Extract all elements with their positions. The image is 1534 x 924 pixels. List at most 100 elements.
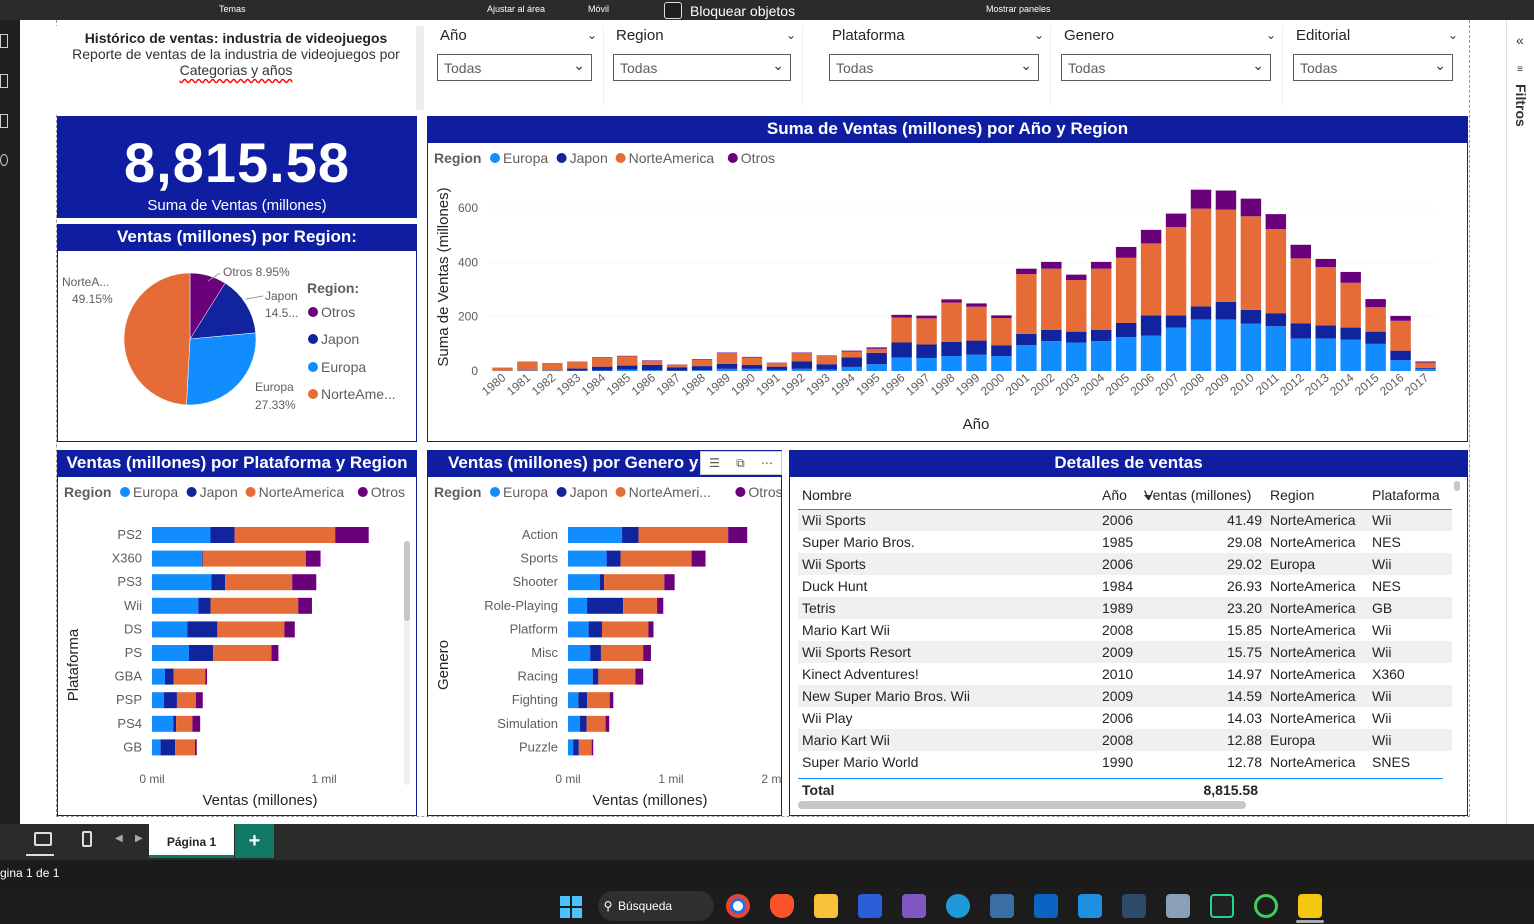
bar-norteamerica-1980[interactable] xyxy=(492,368,513,371)
bar-otros-wii[interactable] xyxy=(298,597,312,614)
bar-norteamerica-misc[interactable] xyxy=(600,645,644,661)
bar-europa-2015[interactable] xyxy=(1365,343,1386,371)
bar-norteamerica-1984[interactable] xyxy=(592,357,613,367)
bar-otros-2003[interactable] xyxy=(1066,274,1087,281)
bar-japon-fighting[interactable] xyxy=(578,692,588,709)
legend-item[interactable]: Japon xyxy=(570,150,608,166)
bar-otros-gb[interactable] xyxy=(195,739,197,756)
bar-norteamerica-2005[interactable] xyxy=(1115,257,1137,323)
bar-europa-1996[interactable] xyxy=(891,357,912,371)
bar-otros-2016[interactable] xyxy=(1390,315,1411,321)
bar-otros-1997[interactable] xyxy=(916,315,937,319)
bar-japon-2006[interactable] xyxy=(1140,315,1162,336)
bar-norteamerica-1995[interactable] xyxy=(866,348,887,353)
bar-norteamerica-puzzle[interactable] xyxy=(578,739,592,756)
bar-europa-ds[interactable] xyxy=(152,621,188,638)
bar-norteamerica-platform[interactable] xyxy=(601,621,649,638)
bar-otros-2002[interactable] xyxy=(1041,261,1062,269)
bar-otros-2009[interactable] xyxy=(1215,190,1237,210)
bar-japon-sports[interactable] xyxy=(606,550,621,567)
bar-europa-racing[interactable] xyxy=(568,668,593,685)
app-ring-icon[interactable] xyxy=(1254,894,1278,918)
bar-norteamerica-1993[interactable] xyxy=(816,356,838,365)
table-row[interactable]: Tetris 1989 23.20 NorteAmerica GB xyxy=(798,597,1452,619)
legend-item[interactable]: Otros xyxy=(741,150,775,166)
col-nombre[interactable]: Nombre xyxy=(798,481,1098,509)
bar-japon-psp[interactable] xyxy=(164,692,177,709)
bar-japon-ps2[interactable] xyxy=(210,527,235,543)
chrome-icon[interactable] xyxy=(726,894,750,918)
bar-otros-2015[interactable] xyxy=(1365,299,1386,308)
bar-norteamerica-ps4[interactable] xyxy=(176,715,193,732)
chevron-down-icon[interactable]: ⌄ xyxy=(1034,28,1044,42)
sort-desc-icon[interactable] xyxy=(1144,495,1152,500)
legend-item[interactable]: Europa xyxy=(503,484,548,500)
bar-japon-ps3[interactable] xyxy=(211,574,226,591)
bar-europa-platform[interactable] xyxy=(568,621,589,638)
pie-slice-europa[interactable] xyxy=(186,332,257,406)
bar-otros-action[interactable] xyxy=(728,527,748,543)
bar-norteamerica-2014[interactable] xyxy=(1340,282,1361,328)
bar-europa-2005[interactable] xyxy=(1115,337,1137,371)
bar-norteamerica-2009[interactable] xyxy=(1215,209,1237,302)
bar-europa-1997[interactable] xyxy=(916,357,937,371)
bar-otros-2005[interactable] xyxy=(1115,246,1137,258)
bar-norteamerica-shooter[interactable] xyxy=(604,574,665,591)
bar-europa-gb[interactable] xyxy=(152,739,161,756)
vertical-scrollbar[interactable] xyxy=(1454,481,1460,491)
chevron-down-icon[interactable]: ⌄ xyxy=(587,28,597,42)
temas-button[interactable]: Temas xyxy=(219,4,246,14)
movil-button[interactable]: Móvil xyxy=(588,4,609,14)
bar-norteamerica-1997[interactable] xyxy=(916,318,937,345)
bar-norteamerica-2000[interactable] xyxy=(991,318,1012,346)
bar-europa-puzzle[interactable] xyxy=(568,739,574,756)
bar-norteamerica-role-playing[interactable] xyxy=(623,597,658,614)
bar-norteamerica-1981[interactable] xyxy=(517,361,538,371)
legend-item[interactable]: NorteAmerica xyxy=(629,150,715,166)
bar-europa-2001[interactable] xyxy=(1016,345,1037,371)
slicer-dropdown[interactable]: Todas ⌄ xyxy=(613,54,791,81)
pie-legend-otros[interactable]: Otros xyxy=(321,304,355,320)
bar-japon-2000[interactable] xyxy=(991,345,1012,357)
bar-japon-2002[interactable] xyxy=(1041,329,1062,342)
file-explorer-icon[interactable] xyxy=(814,894,838,918)
bar-norteamerica-ps2[interactable] xyxy=(234,527,336,543)
bar-europa-2011[interactable] xyxy=(1265,326,1287,371)
bar-japon-action[interactable] xyxy=(622,527,639,543)
bar-norteamerica-2004[interactable] xyxy=(1090,268,1112,330)
bar-europa-2016[interactable] xyxy=(1390,360,1411,371)
bar-otros-gba[interactable] xyxy=(205,668,208,685)
bar-japon-2008[interactable] xyxy=(1190,306,1212,320)
legend-item[interactable]: Europa xyxy=(503,150,548,166)
bar-norteamerica-1986[interactable] xyxy=(641,360,663,365)
bar-otros-ps[interactable] xyxy=(271,645,279,661)
table-row[interactable]: Wii Play 2006 14.03 NorteAmerica Wii xyxy=(798,707,1452,729)
bar-otros-2014[interactable] xyxy=(1340,271,1361,283)
bar-otros-1993[interactable] xyxy=(816,355,838,357)
bar-europa-1992[interactable] xyxy=(791,368,813,371)
bar-otros-1994[interactable] xyxy=(841,350,862,352)
bar-japon-shooter[interactable] xyxy=(599,574,605,591)
bar-europa-1986[interactable] xyxy=(641,370,663,371)
bar-europa-2009[interactable] xyxy=(1215,319,1237,371)
platform-chart-card[interactable]: Ventas (millones) por Plataforma y Regio… xyxy=(57,450,417,816)
bar-japon-1984[interactable] xyxy=(592,366,613,371)
bar-europa-wii[interactable] xyxy=(152,597,199,614)
legend-item[interactable]: NorteAmerica xyxy=(259,484,345,500)
bar-otros-2008[interactable] xyxy=(1190,189,1212,209)
bar-norteamerica-wii[interactable] xyxy=(210,597,299,614)
bar-otros-2000[interactable] xyxy=(991,315,1012,319)
bar-norteamerica-ps[interactable] xyxy=(213,645,272,661)
bar-norteamerica-2002[interactable] xyxy=(1041,268,1062,330)
outlook-icon[interactable] xyxy=(1034,894,1058,918)
bar-japon-2014[interactable] xyxy=(1340,327,1361,340)
bar-japon-ps[interactable] xyxy=(188,645,214,661)
pie-legend-europa[interactable]: Europa xyxy=(321,359,366,375)
filter-icon[interactable]: ☰ xyxy=(709,456,720,470)
bar-norteamerica-1999[interactable] xyxy=(966,306,987,341)
bar-norteamerica-1991[interactable] xyxy=(766,362,788,367)
bar-norteamerica-1985[interactable] xyxy=(616,356,638,366)
table-row[interactable]: Wii Sports Resort 2009 15.75 NorteAmerica Wi… xyxy=(798,641,1452,663)
kpi-card[interactable]: 8,815.58 Suma de Ventas (millones) xyxy=(57,116,417,218)
horizontal-scrollbar[interactable] xyxy=(798,801,1246,809)
